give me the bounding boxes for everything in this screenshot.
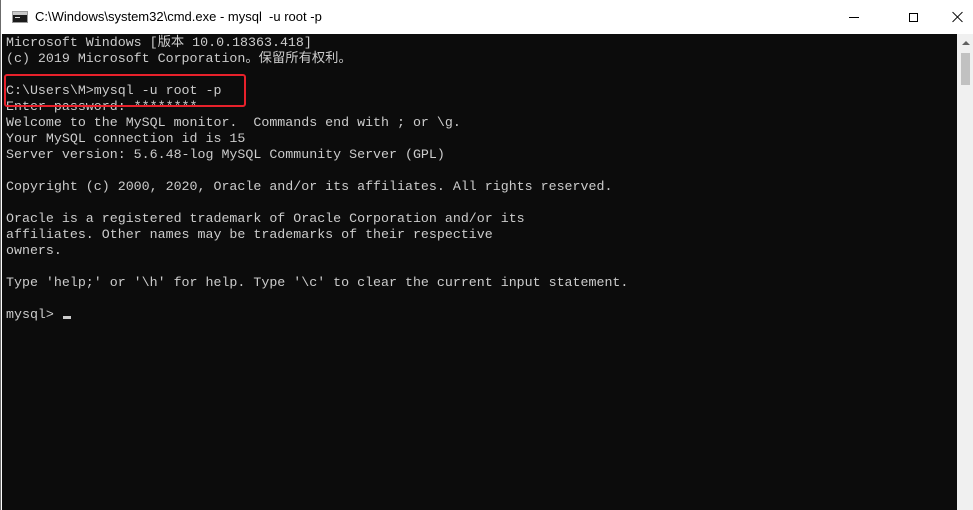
console-area[interactable]: Microsoft Windows [版本 10.0.18363.418] (c… [2,34,957,510]
vertical-scrollbar[interactable] [957,34,973,510]
cmd-icon [12,11,28,23]
console-line: Microsoft Windows [版本 10.0.18363.418] [6,35,312,50]
mysql-prompt: mysql> [6,307,62,322]
console-line: affiliates. Other names may be trademark… [6,227,493,242]
console-line: owners. [6,243,62,258]
console-line: Welcome to the MySQL monitor. Commands e… [6,115,461,130]
text-cursor [62,316,71,319]
window-title: C:\Windows\system32\cmd.exe - mysql -u r… [35,9,322,24]
console-line: (c) 2019 Microsoft Corporation。保留所有权利。 [6,51,352,66]
console-line: C:\Users\M>mysql -u root -p [6,83,222,98]
scroll-thumb[interactable] [961,53,970,85]
console-line: Copyright (c) 2000, 2020, Oracle and/or … [6,179,613,194]
console-line: Your MySQL connection id is 15 [6,131,246,146]
minimize-icon [849,16,859,18]
close-icon [952,11,964,23]
console-line: Enter password: ******** [6,99,198,114]
console-line: Server version: 5.6.48-log MySQL Communi… [6,147,445,162]
cmd-window: C:\Windows\system32\cmd.exe - mysql -u r… [0,0,973,510]
title-bar[interactable]: C:\Windows\system32\cmd.exe - mysql -u r… [1,0,973,34]
minimize-button[interactable] [831,0,877,34]
console-prompt-line[interactable]: mysql> [6,307,628,323]
console-line: Oracle is a registered trademark of Orac… [6,211,525,226]
console-output: Microsoft Windows [版本 10.0.18363.418] (c… [6,35,628,323]
maximize-icon [908,12,918,22]
console-line: Type 'help;' or '\h' for help. Type '\c'… [6,275,629,290]
chevron-up-icon [961,40,970,45]
close-button[interactable] [941,0,973,34]
maximize-button[interactable] [890,0,936,34]
scroll-up-button[interactable] [957,34,973,51]
